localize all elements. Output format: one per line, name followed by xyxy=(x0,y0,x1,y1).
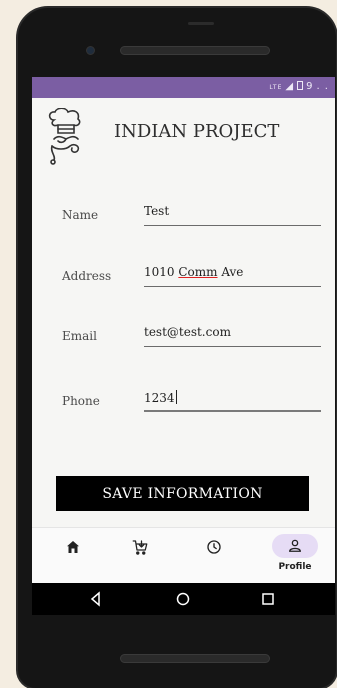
home-button-icon[interactable] xyxy=(175,591,191,607)
name-label: Name xyxy=(62,208,99,222)
email-input[interactable]: test@test.com xyxy=(144,325,321,347)
clock-icon xyxy=(207,540,221,554)
nav-cart[interactable] xyxy=(115,538,165,578)
email-field-row: Email test@test.com xyxy=(32,323,335,363)
phone-field-row: Phone 1234 xyxy=(32,388,335,428)
text-cursor xyxy=(175,390,177,404)
status-bar: LTE ◢ 9. . xyxy=(32,77,335,98)
save-information-button[interactable]: SAVE INFORMATION xyxy=(56,476,309,511)
chef-hat-icon xyxy=(48,108,81,165)
network-label: LTE xyxy=(269,84,283,91)
app-header: INDIAN PROJECT xyxy=(32,98,335,168)
address-label: Address xyxy=(62,269,112,283)
name-input[interactable]: Test xyxy=(144,204,321,226)
nav-profile-label: Profile xyxy=(278,562,312,572)
address-value-prefix: 1010 xyxy=(144,265,179,279)
email-label: Email xyxy=(62,329,97,343)
signal-icon: ◢ xyxy=(285,81,295,92)
app-title: INDIAN PROJECT xyxy=(114,121,280,142)
status-icons: LTE ◢ 9. . xyxy=(266,81,329,92)
phone-value: 1234 xyxy=(144,391,175,405)
nav-home[interactable] xyxy=(48,538,98,578)
phone-label: Phone xyxy=(62,394,100,408)
home-icon xyxy=(67,541,79,553)
phone-input[interactable]: 1234 xyxy=(144,390,321,412)
active-indicator xyxy=(272,534,318,558)
system-navigation-bar xyxy=(32,583,335,615)
address-field-row: Address 1010 Comm Ave xyxy=(32,263,335,303)
name-field-row: Name Test xyxy=(32,202,335,242)
back-icon[interactable] xyxy=(88,591,104,607)
nav-history[interactable] xyxy=(189,538,239,578)
bottom-speaker-grille xyxy=(120,654,270,663)
address-spellcheck-word: Comm xyxy=(178,265,218,279)
app-screen: LTE ◢ 9. . INDIAN PROJECT Name Test Addres… xyxy=(32,77,335,615)
front-camera xyxy=(86,46,95,55)
address-value-suffix: Ave xyxy=(217,265,244,279)
email-value: test@test.com xyxy=(144,325,231,339)
bottom-navigation: Profile xyxy=(32,527,335,583)
status-dots: . . xyxy=(316,81,329,92)
earpiece-grille xyxy=(120,46,270,55)
profile-icon xyxy=(289,539,301,552)
nav-profile[interactable]: Profile xyxy=(270,534,320,578)
top-speaker xyxy=(188,22,214,25)
battery-level: 9 xyxy=(306,81,314,92)
battery-icon xyxy=(297,81,304,90)
cart-icon xyxy=(132,540,148,555)
name-value: Test xyxy=(144,204,170,218)
address-input[interactable]: 1010 Comm Ave xyxy=(144,265,321,287)
recents-icon[interactable] xyxy=(260,591,276,607)
